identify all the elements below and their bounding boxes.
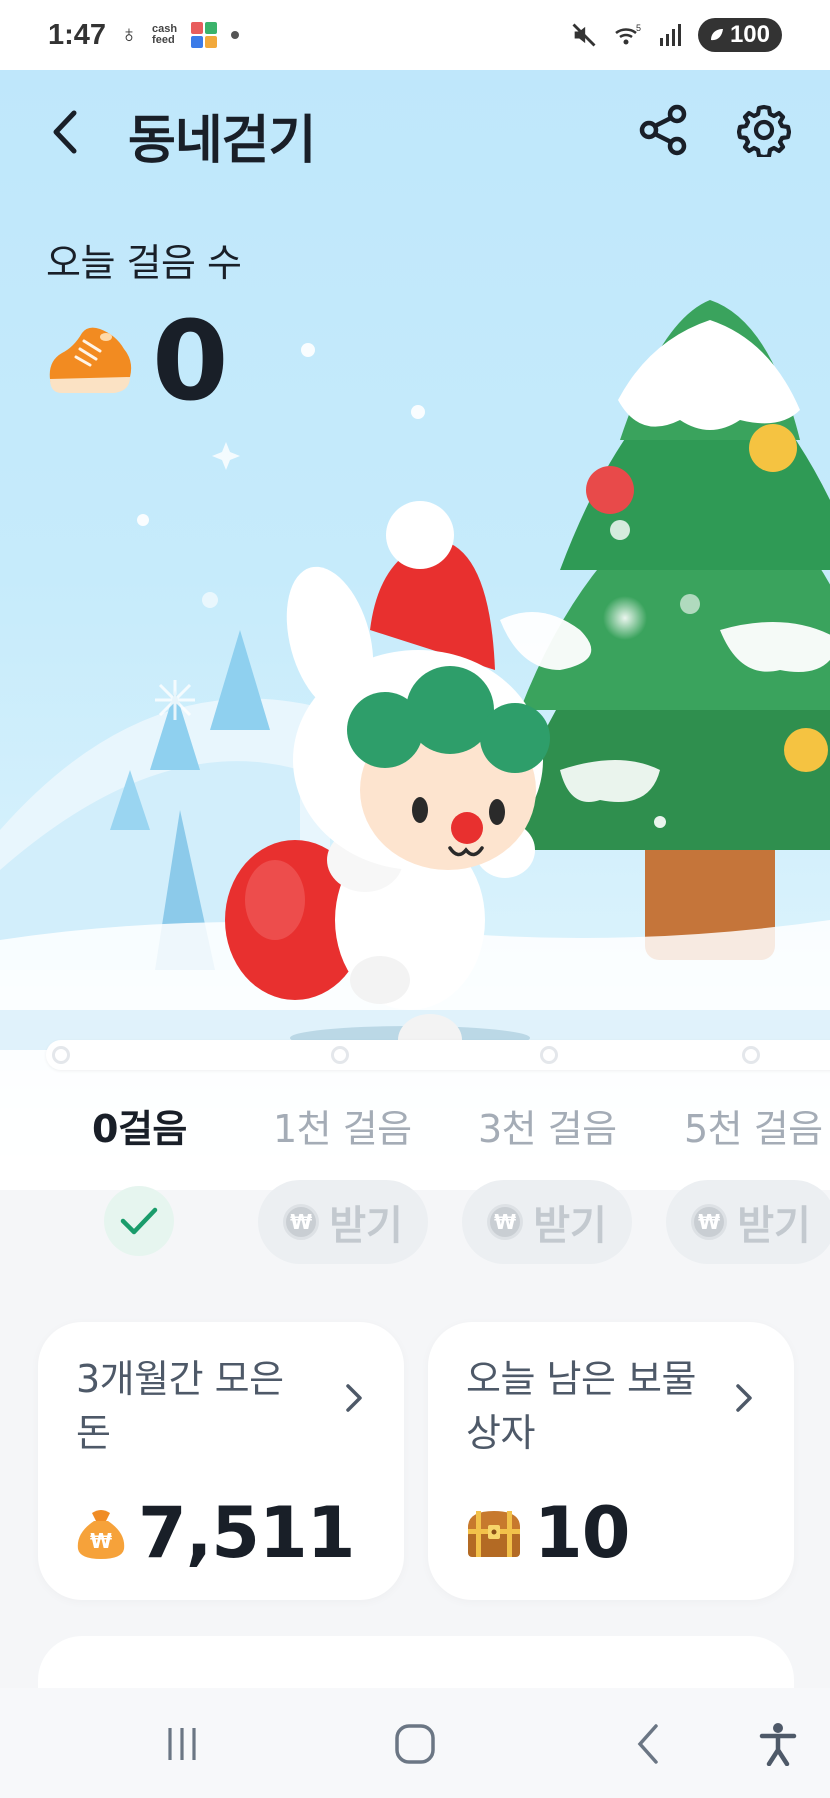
status-right: 5 100 <box>570 18 782 52</box>
savings-card-value-row: ₩ 7,511 <box>74 1492 355 1574</box>
progress-dot-3000 <box>540 1046 558 1064</box>
progress-dot-5000 <box>742 1046 760 1064</box>
treasure-card-value-row: 10 <box>464 1492 630 1574</box>
accessibility-button[interactable] <box>748 1714 808 1774</box>
app-grid-icon <box>191 22 218 48</box>
milestone-label-5000: 5천 걸음 <box>684 1107 823 1151</box>
treasure-card-title: 오늘 남은 보물 상자 <box>466 1357 696 1455</box>
won-coin-icon: ₩ <box>691 1204 728 1240</box>
share-button[interactable] <box>636 102 692 158</box>
notification-dot-icon <box>231 31 240 39</box>
steps-count: 0 <box>152 297 229 425</box>
reward-claimed-badge <box>104 1186 174 1256</box>
milestone-label-3000: 3천 걸음 <box>478 1107 617 1151</box>
checkmark-icon <box>120 1207 158 1235</box>
claim-label: 받기 <box>329 1203 403 1249</box>
gear-icon <box>737 104 791 157</box>
top-app-bar: 동네걷기 <box>0 70 830 190</box>
won-coin-icon: ₩ <box>487 1204 524 1240</box>
progress-dot-1000 <box>331 1046 349 1064</box>
status-bar: 1:47 ♁ cash feed 5 100 <box>0 0 830 70</box>
milestone-labels: 0걸음 1천 걸음 3천 걸음 5천 걸음 <box>0 1098 830 1158</box>
share-icon <box>639 104 687 156</box>
step-progress-bar <box>46 1040 830 1070</box>
treasure-card[interactable]: 오늘 남은 보물 상자 10 <box>428 1322 794 1600</box>
claim-button-5000[interactable]: ₩ 받기 <box>666 1180 830 1264</box>
svg-text:₩: ₩ <box>90 1529 112 1553</box>
battery-indicator: 100 <box>697 18 782 52</box>
savings-card-title: 3개월간 모은 돈 <box>76 1357 284 1455</box>
recents-button[interactable] <box>152 1714 212 1774</box>
reward-row: ₩ 받기 ₩ 받기 ₩ 받기 <box>0 1180 830 1276</box>
claim-label: 받기 <box>737 1203 811 1249</box>
home-button[interactable] <box>385 1714 445 1774</box>
svg-text:5: 5 <box>636 23 641 33</box>
settings-button[interactable] <box>736 102 792 158</box>
treasure-card-value: 10 <box>534 1492 630 1574</box>
won-coin-icon: ₩ <box>283 1204 320 1240</box>
milestone-label-1000: 1천 걸음 <box>273 1107 412 1151</box>
claim-button-1000[interactable]: ₩ 받기 <box>258 1180 428 1264</box>
status-left: 1:47 ♁ cash feed <box>48 18 240 52</box>
signal-icon <box>659 24 681 46</box>
savings-card[interactable]: 3개월간 모은 돈 ₩ 7,511 <box>38 1322 404 1600</box>
system-nav-bar <box>0 1688 830 1798</box>
back-nav-button[interactable] <box>618 1714 678 1774</box>
steps-count-row: 0 <box>44 306 229 416</box>
back-icon <box>637 1724 658 1764</box>
money-bag-icon: ₩ <box>77 1510 125 1559</box>
chevron-left-icon <box>53 110 77 154</box>
steps-label: 오늘 걸음 수 <box>46 241 242 285</box>
home-icon <box>395 1724 435 1764</box>
accessibility-icon <box>759 1723 797 1766</box>
hero-scene: 동네걷기 오늘 걸음 수 0 0걸음 1천 걸음 3천 걸음 5천 걸음 <box>0 70 830 1190</box>
cashfeed-app-icon: cash feed <box>152 23 178 46</box>
treasure-chest-icon <box>468 1511 520 1557</box>
battery-saver-icon <box>710 29 723 41</box>
wifi-5g-icon: 5 <box>615 23 641 45</box>
savings-card-value: 7,511 <box>138 1492 355 1574</box>
battery-level: 100 <box>729 21 770 48</box>
claim-label: 받기 <box>533 1203 607 1249</box>
samsung-health-icon: ♁ <box>120 21 139 48</box>
chevron-right-icon <box>346 1384 362 1412</box>
milestone-label-0: 0걸음 <box>92 1107 187 1151</box>
page-title: 동네걷기 <box>128 111 316 171</box>
claim-button-3000[interactable]: ₩ 받기 <box>462 1180 632 1264</box>
status-time: 1:47 <box>48 18 107 51</box>
sneaker-icon <box>49 327 132 393</box>
back-button[interactable] <box>40 104 90 160</box>
mute-icon <box>572 23 596 47</box>
progress-dot-0 <box>52 1046 70 1064</box>
chevron-right-icon <box>736 1384 752 1412</box>
recents-icon <box>168 1728 196 1760</box>
